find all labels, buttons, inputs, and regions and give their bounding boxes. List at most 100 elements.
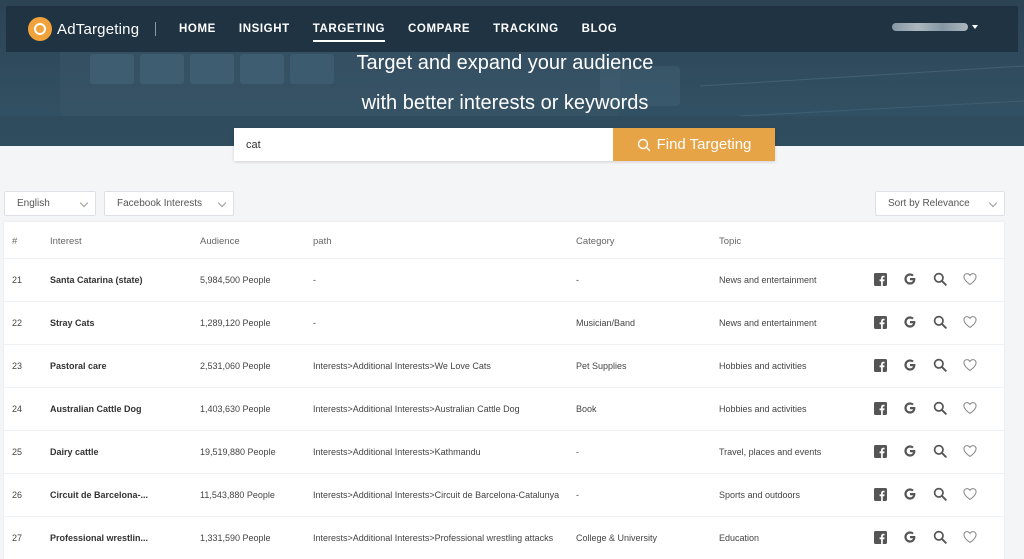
search-bar: Find Targeting (234, 128, 775, 161)
user-menu[interactable] (892, 23, 978, 31)
row-topic: Sports and outdoors (719, 490, 801, 500)
row-actions (873, 358, 993, 372)
nav-link-targeting[interactable]: TARGETING (312, 6, 386, 52)
row-topic: Travel, places and events (719, 447, 822, 457)
row-actions (873, 530, 993, 544)
google-icon[interactable] (903, 358, 917, 372)
google-icon[interactable] (903, 272, 917, 286)
facebook-icon[interactable] (873, 487, 887, 501)
logo-icon (28, 17, 52, 41)
search-icon (637, 138, 650, 151)
facebook-icon[interactable] (873, 530, 887, 544)
search-icon[interactable] (933, 487, 947, 501)
table-row[interactable]: 26 Circuit de Barcelona-... 11,543,880 Peo… (4, 474, 1004, 517)
row-category: - (576, 275, 579, 285)
row-actions (873, 315, 993, 329)
nav-divider (155, 22, 156, 36)
row-interest[interactable]: Dairy cattle (50, 447, 99, 457)
heart-icon[interactable] (963, 272, 977, 286)
table-row[interactable]: 21 Santa Catarina (state) 5,984,500 People… (4, 259, 1004, 302)
nav-link-home[interactable]: HOME (179, 6, 216, 52)
nav-link-tracking[interactable]: TRACKING (493, 6, 559, 52)
search-icon[interactable] (933, 401, 947, 415)
language-select[interactable]: English (4, 191, 96, 216)
google-icon[interactable] (903, 315, 917, 329)
google-icon[interactable] (903, 530, 917, 544)
heart-icon[interactable] (963, 487, 977, 501)
top-navigation-bar: AdTargeting HOME INSIGHT TARGETING COMPA… (6, 6, 1018, 52)
facebook-icon[interactable] (873, 401, 887, 415)
row-interest[interactable]: Santa Catarina (state) (50, 275, 143, 285)
row-path: - (313, 275, 316, 285)
row-category: College & University (576, 533, 658, 543)
hero-subheadline: with better interests or keywords (361, 92, 649, 114)
row-number: 25 (12, 447, 23, 457)
row-topic: News and entertainment (719, 275, 817, 285)
heart-icon[interactable] (963, 315, 977, 329)
chevron-down-icon (988, 198, 998, 208)
row-audience: 1,289,120 People (200, 318, 271, 328)
table-header: # Interest Audience path Category Topic (4, 222, 1004, 259)
find-targeting-button[interactable]: Find Targeting (613, 128, 775, 161)
table-row[interactable]: 23 Pastoral care 2,531,060 People Interests… (4, 345, 1004, 388)
chevron-down-icon (79, 198, 89, 208)
row-category: - (576, 490, 579, 500)
nav-link-compare[interactable]: COMPARE (408, 6, 470, 52)
row-interest[interactable]: Professional wrestlin... (50, 533, 148, 543)
facebook-icon[interactable] (873, 272, 887, 286)
search-icon[interactable] (933, 530, 947, 544)
row-interest[interactable]: Pastoral care (50, 361, 107, 371)
row-actions (873, 444, 993, 458)
row-audience: 19,519,880 People (200, 447, 276, 457)
row-number: 22 (12, 318, 23, 328)
google-icon[interactable] (903, 401, 917, 415)
facebook-icon[interactable] (873, 444, 887, 458)
row-interest[interactable]: Australian Cattle Dog (50, 404, 142, 414)
source-select[interactable]: Facebook Interests (104, 191, 234, 216)
google-icon[interactable] (903, 487, 917, 501)
heart-icon[interactable] (963, 401, 977, 415)
nav-link-insight[interactable]: INSIGHT (239, 6, 290, 52)
row-path: Interests>Additional Interests>We Love C… (313, 361, 491, 371)
header-audience[interactable]: Audience (200, 236, 240, 247)
search-icon[interactable] (933, 358, 947, 372)
brand-name: AdTargeting (57, 20, 140, 38)
row-number: 24 (12, 404, 23, 414)
table-row[interactable]: 24 Australian Cattle Dog 1,403,630 People I… (4, 388, 1004, 431)
hero-headline: Target and expand your audience (356, 52, 654, 74)
row-actions (873, 487, 993, 501)
row-path: - (313, 318, 316, 328)
heart-icon[interactable] (963, 358, 977, 372)
row-path: Interests>Additional Interests>Circuit d… (313, 490, 560, 500)
table-row[interactable]: 27 Professional wrestlin... 1,331,590 Peop… (4, 517, 1004, 559)
row-audience: 11,543,880 People (200, 490, 275, 500)
table-row[interactable]: 22 Stray Cats 1,289,120 People - Musician/Ba… (4, 302, 1004, 345)
row-topic: Education (719, 533, 760, 543)
sort-select[interactable]: Sort by Relevance (875, 191, 1005, 216)
search-input[interactable] (234, 128, 613, 161)
source-select-value: Facebook Interests (117, 198, 203, 209)
row-audience: 1,331,590 People (200, 533, 271, 543)
google-icon[interactable] (903, 444, 917, 458)
nav-link-blog[interactable]: BLOG (582, 6, 618, 52)
row-interest[interactable]: Stray Cats (50, 318, 95, 328)
search-icon[interactable] (933, 272, 947, 286)
row-interest[interactable]: Circuit de Barcelona-... (50, 490, 148, 500)
chevron-down-icon (217, 198, 227, 208)
brand-logo[interactable]: AdTargeting (28, 17, 139, 41)
row-audience: 5,984,500 People (200, 275, 271, 285)
header-interest[interactable]: Interest (50, 236, 82, 247)
search-icon[interactable] (933, 315, 947, 329)
hero-banner: AdTargeting HOME INSIGHT TARGETING COMPA… (0, 0, 1024, 146)
search-icon[interactable] (933, 444, 947, 458)
sort-select-value: Sort by Relevance (888, 198, 970, 209)
facebook-icon[interactable] (873, 315, 887, 329)
find-targeting-label: Find Targeting (656, 136, 752, 153)
language-select-value: English (17, 198, 50, 209)
row-topic: Hobbies and activities (719, 404, 807, 414)
heart-icon[interactable] (963, 444, 977, 458)
facebook-icon[interactable] (873, 358, 887, 372)
heart-icon[interactable] (963, 530, 977, 544)
table-row[interactable]: 25 Dairy cattle 19,519,880 People Interests… (4, 431, 1004, 474)
header-category: Category (576, 236, 615, 247)
